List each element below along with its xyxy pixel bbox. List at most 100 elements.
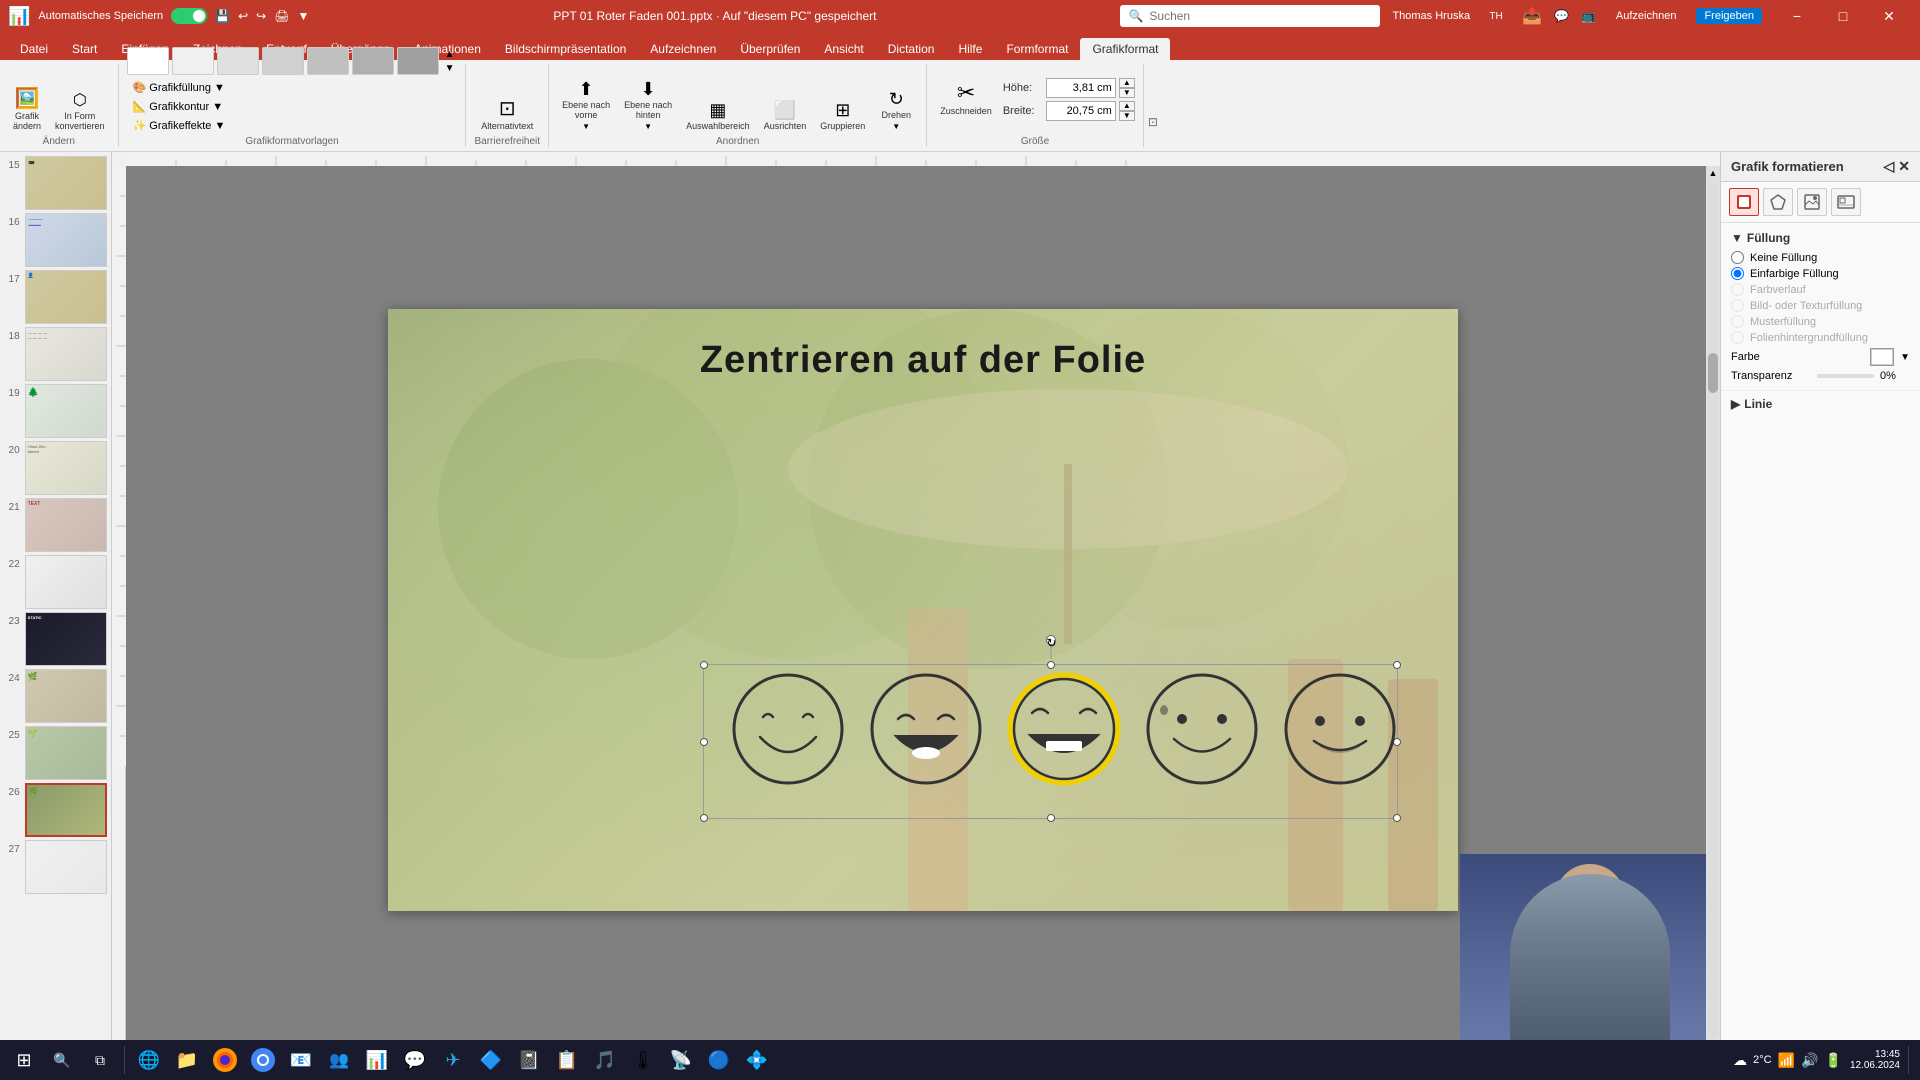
- start-button[interactable]: ⊞: [6, 1042, 42, 1078]
- grafikfullung-dropdown[interactable]: 🎨 Grafikfüllung ▼: [127, 79, 231, 96]
- slide-img-19[interactable]: 🌲: [25, 384, 107, 438]
- user-avatar[interactable]: TH: [1482, 2, 1510, 30]
- color-dropdown-arrow[interactable]: ▼: [1900, 352, 1910, 363]
- slide-thumb-22[interactable]: 22: [4, 555, 107, 609]
- tab-aufzeichnen[interactable]: Aufzeichnen: [638, 38, 728, 60]
- slide-img-27[interactable]: [25, 840, 107, 894]
- expand-icon[interactable]: ⊡: [1148, 115, 1158, 129]
- slide-thumb-17[interactable]: 17 👤: [4, 270, 107, 324]
- print-icon[interactable]: 🖨: [274, 9, 289, 23]
- taskbar-app5[interactable]: 📡: [663, 1042, 699, 1078]
- close-button[interactable]: ✕: [1866, 0, 1912, 32]
- taskbar-onenote[interactable]: 📓: [511, 1042, 547, 1078]
- slide-thumb-21[interactable]: 21 TEXT: [4, 498, 107, 552]
- shape-style-5[interactable]: [307, 47, 349, 75]
- einfarbige-fullung-radio[interactable]: [1731, 267, 1744, 280]
- taskbar-powerpoint[interactable]: 📊: [359, 1042, 395, 1078]
- grafikeffekte-dropdown[interactable]: ✨ Grafikeffekte ▼: [127, 117, 232, 134]
- save-icon[interactable]: 💾: [215, 9, 230, 23]
- search-input[interactable]: [1149, 9, 1372, 23]
- picture-tab-icon[interactable]: [1831, 188, 1861, 216]
- shape-style-7[interactable]: [397, 47, 439, 75]
- drehen-button[interactable]: ↻ Drehen ▼: [874, 87, 918, 134]
- shape-scroll-arrows[interactable]: ▲ ▼: [442, 48, 458, 75]
- taskbar-outlook[interactable]: 📧: [283, 1042, 319, 1078]
- image-options-tab-icon[interactable]: [1797, 188, 1827, 216]
- gruppieren-button[interactable]: ⊞ Gruppieren: [815, 98, 870, 134]
- slide-img-18[interactable]: — — — —— — — —: [25, 327, 107, 381]
- scroll-up-btn[interactable]: ▲: [1707, 166, 1720, 180]
- slide-img-21[interactable]: TEXT: [25, 498, 107, 552]
- freigeben-button[interactable]: Freigeben: [1696, 8, 1762, 24]
- slide-thumb-27[interactable]: 27: [4, 840, 107, 894]
- tab-grafikformat[interactable]: Grafikformat: [1080, 38, 1170, 60]
- slide-thumb-25[interactable]: 25 🌱: [4, 726, 107, 780]
- alternativtext-button[interactable]: ⊡ Alternativtext: [476, 96, 538, 134]
- present-icon[interactable]: 📺: [1581, 9, 1596, 23]
- taskbar-edge[interactable]: 🌐: [131, 1042, 167, 1078]
- slide-thumb-23[interactable]: 23 STATIC: [4, 612, 107, 666]
- slide-img-20[interactable]: Ohne Zentrieren: [25, 441, 107, 495]
- taskbar-app3[interactable]: 🎵: [587, 1042, 623, 1078]
- keine-fullung-radio[interactable]: [1731, 251, 1744, 264]
- grosse-expand[interactable]: ⊡: [1144, 64, 1162, 147]
- slide-img-22[interactable]: [25, 555, 107, 609]
- canvas-area[interactable]: Zentrieren auf der Folie ↻: [126, 166, 1720, 1054]
- ebene-vorne-button[interactable]: ⬆ Ebene nachvorne ▼: [557, 77, 615, 134]
- panel-back-btn[interactable]: ◁: [1883, 158, 1894, 175]
- linie-header[interactable]: ▶ Linie: [1731, 397, 1910, 411]
- taskbar-teams[interactable]: 👥: [321, 1042, 357, 1078]
- fullung-header[interactable]: ▼ Füllung: [1731, 231, 1910, 245]
- zuschneiden-button[interactable]: ✂ Zuschneiden: [935, 79, 997, 119]
- height-input[interactable]: [1046, 78, 1116, 98]
- redo-icon[interactable]: ↪: [256, 9, 266, 23]
- taskbar-app1[interactable]: 🔷: [473, 1042, 509, 1078]
- panel-close-btn[interactable]: ✕: [1898, 158, 1910, 175]
- slide-thumb-19[interactable]: 19 🌲: [4, 384, 107, 438]
- slide-thumb-20[interactable]: 20 Ohne Zentrieren: [4, 441, 107, 495]
- taskbar-explorer[interactable]: 📁: [169, 1042, 205, 1078]
- taskbar-telegram[interactable]: ✈: [435, 1042, 471, 1078]
- slide-img-16[interactable]: ────━━━━: [25, 213, 107, 267]
- tab-dictation[interactable]: Dictation: [876, 38, 947, 60]
- emoji-1[interactable]: [728, 669, 848, 789]
- taskview-btn[interactable]: ⧉: [82, 1042, 118, 1078]
- grafikkontur-dropdown[interactable]: 📐 Grafikkontur ▼: [127, 98, 230, 115]
- ebene-hinten-button[interactable]: ⬇ Ebene nachhinten ▼: [619, 77, 677, 134]
- slide-thumb-16[interactable]: 16 ────━━━━: [4, 213, 107, 267]
- taskbar-app6[interactable]: 🔵: [701, 1042, 737, 1078]
- search-taskbar-btn[interactable]: 🔍: [44, 1042, 80, 1078]
- shape-style-3[interactable]: [217, 47, 259, 75]
- tab-hilfe[interactable]: Hilfe: [946, 38, 994, 60]
- width-up[interactable]: ▲: [1119, 101, 1135, 111]
- scroll-track[interactable]: [1708, 182, 1718, 1038]
- slide-thumb-18[interactable]: 18 — — — —— — — —: [4, 327, 107, 381]
- muster-fullung-radio[interactable]: [1731, 315, 1744, 328]
- scrollbar-vertical[interactable]: ▲ ▼: [1706, 166, 1720, 1054]
- grafik-andern-button[interactable]: 🖼️ Grafikändern: [8, 86, 46, 134]
- emoji-4[interactable]: [1142, 669, 1262, 789]
- transparenz-slider[interactable]: [1817, 374, 1874, 378]
- slide-thumb-24[interactable]: 24 🌿: [4, 669, 107, 723]
- search-box[interactable]: 🔍: [1120, 5, 1380, 27]
- slide-img-24[interactable]: 🌿: [25, 669, 107, 723]
- slide-thumb-15[interactable]: 15 ⌨: [4, 156, 107, 210]
- minimize-button[interactable]: −: [1774, 0, 1820, 32]
- emoji-3-selected[interactable]: [1004, 669, 1124, 789]
- undo-icon[interactable]: ↩: [238, 9, 248, 23]
- shape-tab-icon[interactable]: [1763, 188, 1793, 216]
- shape-style-6[interactable]: [352, 47, 394, 75]
- fill-tab-icon[interactable]: [1729, 188, 1759, 216]
- slide-img-17[interactable]: 👤: [25, 270, 107, 324]
- tab-start[interactable]: Start: [60, 38, 109, 60]
- scroll-thumb[interactable]: [1708, 353, 1718, 393]
- height-down[interactable]: ▼: [1119, 88, 1135, 98]
- comments-icon[interactable]: 💬: [1554, 9, 1569, 23]
- width-input[interactable]: [1046, 101, 1116, 121]
- emoji-2[interactable]: [866, 669, 986, 789]
- taskbar-chrome[interactable]: [245, 1042, 281, 1078]
- slide-img-23[interactable]: STATIC: [25, 612, 107, 666]
- tab-ansicht[interactable]: Ansicht: [812, 38, 875, 60]
- color-picker-box[interactable]: [1870, 348, 1894, 366]
- slide-thumb-26[interactable]: 26 🌿: [4, 783, 107, 837]
